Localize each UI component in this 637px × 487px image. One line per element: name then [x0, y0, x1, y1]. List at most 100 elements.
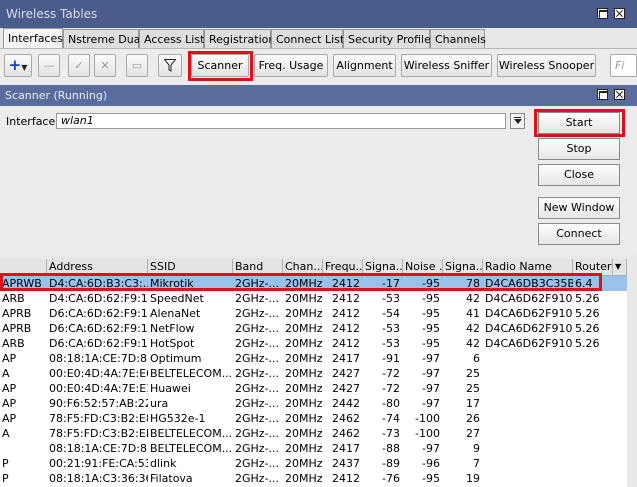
- filter-button[interactable]: [158, 54, 182, 77]
- stop-button[interactable]: Stop: [538, 138, 620, 160]
- scanner-dialog-body: Interface: wlan1 Start Stop Close New Wi…: [0, 106, 637, 256]
- cell-radio-name: [483, 456, 573, 471]
- cell-frequency: 2417: [332, 352, 360, 365]
- cell-noise: -97: [422, 442, 440, 455]
- filter-icon: [163, 59, 177, 72]
- table-row[interactable]: P 08:18:1A:C3:36:36 Filatova 2GHz-... 20MHz 2…: [0, 471, 637, 486]
- cell-signal: -72: [382, 367, 400, 380]
- cell-signal: -88: [382, 442, 400, 455]
- table-row[interactable]: ARB D6:CA:6D:62:F9:12 HotSpot 2GHz-... 20MHz…: [0, 336, 637, 351]
- note-icon: ▭: [131, 59, 143, 72]
- cell-radio-name: [483, 351, 573, 366]
- disable-button[interactable]: ✕: [94, 54, 116, 77]
- table-row[interactable]: 08:18:1A:CE:7D:8F BELTELECOM... 2GHz-... 20…: [0, 441, 637, 456]
- cell-frequency: 2462: [332, 427, 360, 440]
- maximize-icon[interactable]: [597, 89, 608, 100]
- new-window-button[interactable]: New Window: [538, 197, 620, 219]
- cell-noise: -100: [415, 427, 440, 440]
- cell-radio-name: D4CA6D62F910: [485, 322, 573, 335]
- cell-flags: [0, 441, 47, 456]
- cell-signal: -53: [382, 322, 400, 335]
- cell-channel: 20MHz: [285, 382, 323, 395]
- cross-icon: ✕: [100, 59, 110, 72]
- cell-routeros: [573, 351, 613, 366]
- close-icon[interactable]: [614, 8, 625, 19]
- tab-connect-list[interactable]: Connect List: [271, 29, 344, 48]
- comment-button[interactable]: ▭: [126, 54, 148, 77]
- cell-noise: -95: [422, 472, 440, 485]
- cell-address: 00:E0:4D:4A:7E:E0: [49, 367, 148, 380]
- table-row[interactable]: AP 00:E0:4D:4A:7E:E1 Huawei 2GHz-... 20MHz 24…: [0, 381, 637, 396]
- close-button[interactable]: Close: [538, 164, 620, 186]
- cell-routeros: [573, 441, 613, 456]
- cell-band: 2GHz-...: [235, 427, 280, 440]
- cell-band: 2GHz-...: [235, 292, 280, 305]
- alignment-button[interactable]: Alignment: [333, 54, 396, 77]
- cell-routeros: 5.26: [575, 337, 600, 350]
- tab-channels[interactable]: Channels: [430, 29, 486, 48]
- tab-nstreme-dual[interactable]: Nstreme Dual: [63, 29, 144, 48]
- check-icon: ✓: [74, 59, 84, 72]
- enable-button[interactable]: ✓: [68, 54, 90, 77]
- interface-field[interactable]: wlan1: [56, 113, 506, 129]
- cell-flags: A: [2, 367, 10, 380]
- cell-frequency: 2412: [332, 337, 360, 350]
- tab-security-profiles[interactable]: Security Profiles: [343, 29, 437, 48]
- cell-noise: -95: [422, 292, 440, 305]
- cell-frequency: 2412: [332, 307, 360, 320]
- cell-band: 2GHz-...: [235, 352, 280, 365]
- table-row[interactable]: P 00:21:91:FE:CA:53 dlink 2GHz-... 20MHz 2437…: [0, 456, 637, 471]
- cell-signal: -54: [382, 307, 400, 320]
- find-input[interactable]: Fi: [610, 54, 637, 77]
- vertical-scrollbar[interactable]: [627, 255, 637, 487]
- highlight-box: [0, 273, 602, 291]
- close-icon[interactable]: [614, 89, 625, 100]
- cell-channel: 20MHz: [285, 322, 323, 335]
- interface-label: Interface:: [6, 115, 59, 128]
- table-row[interactable]: A 78:F5:FD:C3:B2:EB BELTELECOM... 2GHz-... 2…: [0, 426, 637, 441]
- add-button[interactable]: +▼: [4, 54, 32, 77]
- tab-access-list[interactable]: Access List: [139, 29, 204, 48]
- chevron-down-icon: ▼: [21, 63, 28, 72]
- tab-registration[interactable]: Registration: [204, 29, 275, 48]
- tab-bar: Interfaces Nstreme Dual Access List Regi…: [0, 28, 637, 48]
- table-row[interactable]: ARB D4:CA:6D:62:F9:10 SpeedNet 2GHz-... 20MH…: [0, 291, 637, 306]
- window-titlebar: Wireless Tables: [0, 0, 637, 28]
- cell-routeros: [573, 381, 613, 396]
- table-row[interactable]: APRB D6:CA:6D:62:F9:11 AlenaNet 2GHz-... 20M…: [0, 306, 637, 321]
- cell-address: D6:CA:6D:62:F9:10: [49, 322, 148, 335]
- dropdown-icon[interactable]: [510, 113, 525, 129]
- cell-ssid: HotSpot: [150, 337, 195, 350]
- scan-results-table: Address SSID Band Chan... Frequ... Signa…: [0, 259, 637, 487]
- tab-interfaces[interactable]: Interfaces: [3, 28, 63, 48]
- cell-signal: -76: [382, 472, 400, 485]
- cell-ssid: NetFlow: [150, 322, 195, 335]
- maximize-icon[interactable]: [597, 8, 608, 19]
- table-row[interactable]: APRB D6:CA:6D:62:F9:10 NetFlow 2GHz-... 20MH…: [0, 321, 637, 336]
- cell-address: 08:18:1A:C3:36:36: [49, 472, 148, 485]
- cell-frequency: 2427: [332, 367, 360, 380]
- dialog-title: Scanner (Running): [5, 89, 108, 102]
- cell-noise: -96: [422, 457, 440, 470]
- wireless-sniffer-button[interactable]: Wireless Sniffer: [401, 54, 492, 77]
- cell-ssid: BELTELECOM...: [150, 367, 233, 380]
- table-row[interactable]: AP 78:F5:FD:C3:B2:E8 HG532e-1 2GHz-... 20MHz…: [0, 411, 637, 426]
- freq-usage-button[interactable]: Freq. Usage: [254, 54, 328, 77]
- cell-signal: -73: [382, 427, 400, 440]
- column-menu-icon[interactable]: ▼: [613, 259, 627, 275]
- table-row[interactable]: AP 90:F6:52:57:AB:22 ura 2GHz-... 20MHz 2442 -…: [0, 396, 637, 411]
- table-row[interactable]: AP 08:18:1A:CE:7D:8E Optimum 2GHz-... 20MHz 2…: [0, 351, 637, 366]
- remove-button[interactable]: —: [38, 54, 60, 77]
- connect-button[interactable]: Connect: [538, 223, 620, 245]
- cell-flags: P: [2, 457, 9, 470]
- window-title: Wireless Tables: [6, 7, 98, 21]
- wireless-snooper-button[interactable]: Wireless Snooper: [497, 54, 596, 77]
- cell-band: 2GHz-...: [235, 412, 280, 425]
- cell-signal-noise: 27: [466, 427, 480, 440]
- cell-signal: -91: [382, 352, 400, 365]
- table-row[interactable]: A 00:E0:4D:4A:7E:E0 BELTELECOM... 2GHz-... 2…: [0, 366, 637, 381]
- plus-icon: +: [8, 56, 22, 74]
- cell-signal: -72: [382, 382, 400, 395]
- cell-signal-noise: 42: [466, 337, 480, 350]
- cell-address: 00:21:91:FE:CA:53: [49, 457, 148, 470]
